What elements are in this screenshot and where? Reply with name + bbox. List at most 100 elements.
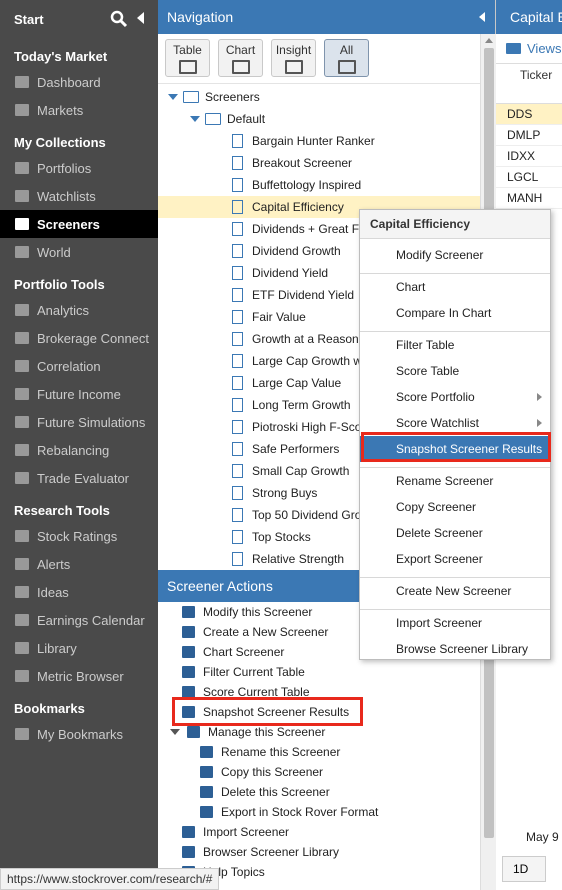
action-export-in-stock-rover-format[interactable]: Export in Stock Rover Format — [158, 802, 480, 822]
tree-item[interactable]: Breakout Screener — [158, 152, 480, 174]
menu-item-score-watchlist[interactable]: Score Watchlist — [360, 410, 550, 436]
sidebar-item-library[interactable]: Library — [0, 634, 158, 662]
menu-item-delete-screener[interactable]: Delete Screener — [360, 520, 550, 546]
binoculars-icon-shape — [15, 190, 29, 202]
sidebar-item-label: World — [37, 244, 71, 260]
action-score-current-table[interactable]: Score Current Table — [158, 682, 480, 702]
tab-label: Chart — [225, 43, 256, 57]
sidebar-item-ideas[interactable]: Ideas — [0, 578, 158, 606]
menu-item-browse-screener-library[interactable]: Browse Screener Library — [360, 636, 550, 662]
score-icon — [180, 685, 196, 699]
action-snapshot-screener-results[interactable]: Snapshot Screener Results — [158, 702, 480, 722]
document-icon — [232, 508, 243, 522]
sidebar-item-trade-evaluator[interactable]: Trade Evaluator — [0, 464, 158, 492]
menu-item-chart[interactable]: Chart — [360, 274, 550, 300]
sidebar-item-earnings-calendar[interactable]: Earnings Calendar — [0, 606, 158, 634]
menu-item-modify-screener[interactable]: Modify Screener — [360, 242, 550, 268]
sidebar-item-analytics[interactable]: Analytics — [0, 296, 158, 324]
tab-chart[interactable]: Chart — [218, 39, 263, 77]
ticker-row[interactable]: MANH — [496, 188, 562, 209]
ticker-column-header[interactable]: Ticker — [496, 64, 562, 104]
scroll-up-icon[interactable] — [485, 38, 493, 43]
views-menu[interactable]: Views — [496, 34, 562, 64]
menu-item-copy-screener[interactable]: Copy Screener — [360, 494, 550, 520]
menu-item-compare-in-chart[interactable]: Compare In Chart — [360, 300, 550, 326]
action-rename-this-screener[interactable]: Rename this Screener — [158, 742, 480, 762]
action-filter-current-table[interactable]: Filter Current Table — [158, 662, 480, 682]
sidebar-item-brokerage-connect[interactable]: Brokerage Connect — [0, 324, 158, 352]
sidebar-item-correlation[interactable]: Correlation — [0, 352, 158, 380]
sidebar-item-dashboard[interactable]: Dashboard — [0, 68, 158, 96]
menu-item-export-screener[interactable]: Export Screener — [360, 546, 550, 572]
sidebar-section-bookmarks: Bookmarks — [14, 701, 85, 716]
sidebar-item-metric-browser[interactable]: Metric Browser — [0, 662, 158, 690]
tree-item-label: Dividend Yield — [252, 266, 329, 280]
sidebar-item-world[interactable]: World — [0, 238, 158, 266]
ticker-row[interactable]: DMLP — [496, 125, 562, 146]
expand-caret-icon[interactable] — [168, 94, 178, 100]
tree-item[interactable]: Buffettology Inspired — [158, 174, 480, 196]
tree-item-label: Dividend Growth — [252, 244, 341, 258]
action-copy-this-screener[interactable]: Copy this Screener — [158, 762, 480, 782]
sidebar-item-future-simulations[interactable]: Future Simulations — [0, 408, 158, 436]
tab-insight[interactable]: Insight — [271, 39, 316, 77]
menu-item-rename-screener[interactable]: Rename Screener — [360, 468, 550, 494]
tab-all[interactable]: All — [324, 39, 369, 77]
menu-item-create-new-screener[interactable]: Create New Screener — [360, 578, 550, 604]
folder-icon-shape — [186, 726, 200, 738]
sidebar-item-watchlists[interactable]: Watchlists — [0, 182, 158, 210]
sidebar-item-label: Metric Browser — [37, 668, 124, 684]
document-icon — [232, 266, 243, 280]
all-view-icon — [337, 60, 356, 74]
tree-folder-default[interactable]: Default — [158, 108, 480, 130]
sidebar-item-alerts[interactable]: Alerts — [0, 550, 158, 578]
sidebar-item-rebalancing[interactable]: Rebalancing — [0, 436, 158, 464]
table-view-icon — [178, 60, 197, 74]
dollar-icon — [12, 386, 32, 402]
expand-caret-icon[interactable] — [190, 116, 200, 122]
sidebar-item-portfolios[interactable]: Portfolios — [0, 154, 158, 182]
cloud-download-icon — [180, 845, 196, 859]
ticker-row[interactable]: LGCL — [496, 167, 562, 188]
flask-icon — [12, 414, 32, 430]
tree-item-label: Large Cap Value — [252, 376, 342, 390]
menu-item-snapshot-screener-results[interactable]: Snapshot Screener Results — [360, 436, 550, 462]
tab-table[interactable]: Table — [165, 39, 210, 77]
filter-icon-shape — [181, 666, 195, 678]
action-delete-this-screener[interactable]: Delete this Screener — [158, 782, 480, 802]
action-label: Snapshot Screener Results — [203, 705, 350, 719]
menu-item-import-screener[interactable]: Import Screener — [360, 610, 550, 636]
bar-chart-icon — [12, 302, 32, 318]
tree-item[interactable]: Bargain Hunter Ranker — [158, 130, 480, 152]
sidebar-item-markets[interactable]: Markets — [0, 96, 158, 124]
menu-item-filter-table[interactable]: Filter Table — [360, 332, 550, 358]
sidebar-item-screeners[interactable]: Screeners — [0, 210, 158, 238]
action-import-screener[interactable]: Import Screener — [158, 822, 480, 842]
collapse-navigation-icon[interactable] — [479, 12, 485, 22]
tree-item-label: Fair Value — [252, 310, 306, 324]
sidebar-item-label: Portfolios — [37, 160, 92, 176]
collapse-left-icon[interactable] — [137, 12, 145, 24]
menu-item-label: Score Table — [396, 364, 460, 378]
period-tab-1d[interactable]: 1D — [502, 856, 546, 882]
lightbulb-icon-shape — [15, 586, 29, 598]
ticker-row[interactable]: DDS — [496, 104, 562, 125]
action-manage-this-screener[interactable]: Manage this Screener — [158, 722, 480, 742]
sidebar-item-stock-ratings[interactable]: Stock Ratings — [0, 522, 158, 550]
menu-item-score-table[interactable]: Score Table — [360, 358, 550, 384]
download-icon — [198, 805, 214, 819]
collapse-caret-icon[interactable] — [170, 729, 180, 735]
menu-item-score-portfolio[interactable]: Score Portfolio — [360, 384, 550, 410]
search-icon[interactable] — [110, 10, 128, 28]
edit-icon — [180, 605, 196, 619]
star-icon-shape — [15, 530, 29, 542]
sidebar-item-future-income[interactable]: Future Income — [0, 380, 158, 408]
document-icon — [232, 310, 243, 324]
tree-root-screeners[interactable]: Screeners — [158, 86, 480, 108]
sidebar-item-my-bookmarks[interactable]: My Bookmarks — [0, 720, 158, 748]
action-browser-screener-library[interactable]: Browser Screener Library — [158, 842, 480, 862]
action-label: Filter Current Table — [203, 665, 305, 679]
tab-label: All — [339, 43, 354, 57]
ticker-row[interactable]: IDXX — [496, 146, 562, 167]
submenu-arrow-icon — [537, 393, 542, 401]
